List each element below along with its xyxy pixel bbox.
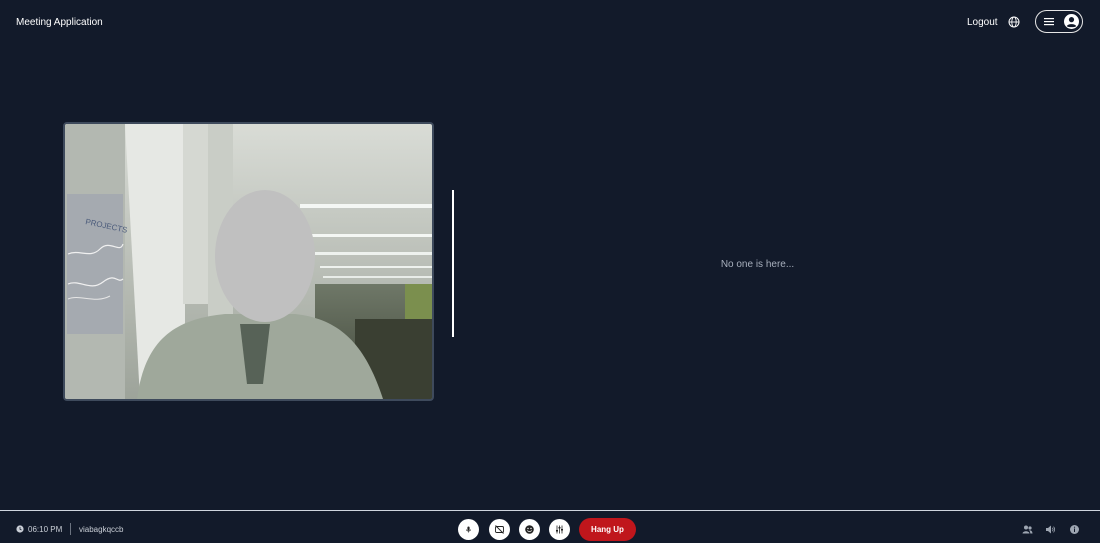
sliders-icon — [556, 525, 563, 534]
hamburger-icon — [1044, 18, 1054, 26]
top-bar: Meeting Application Logout — [0, 0, 1100, 46]
meeting-app: Meeting Application Logout PROJECTS No o… — [0, 0, 1100, 543]
participants-icon[interactable] — [1022, 524, 1033, 535]
microphone-button[interactable] — [458, 519, 479, 540]
clock-icon — [16, 525, 24, 533]
camera-off-icon — [495, 525, 504, 534]
tile-divider — [452, 190, 454, 337]
speaker-icon[interactable] — [1045, 524, 1056, 535]
meeting-time: 06:10 PM — [28, 525, 63, 534]
video-feed: PROJECTS — [65, 124, 432, 399]
footer-separator — [70, 523, 71, 535]
globe-icon[interactable] — [1008, 16, 1020, 28]
user-avatar-icon — [1064, 14, 1079, 29]
local-video-tile: PROJECTS — [63, 122, 434, 401]
smile-icon — [525, 525, 534, 534]
hang-up-button[interactable]: Hang Up — [579, 518, 636, 541]
bottom-bar: 06:10 PM viabagkqccb Hang Up — [0, 510, 1100, 543]
settings-button[interactable] — [549, 519, 570, 540]
menu-button[interactable] — [1035, 10, 1083, 33]
meeting-id: viabagkqccb — [79, 525, 124, 534]
logout-link[interactable]: Logout — [967, 17, 998, 28]
camera-off-button[interactable] — [489, 519, 510, 540]
microphone-icon — [466, 526, 471, 533]
empty-participants-message: No one is here... — [720, 259, 795, 270]
info-icon[interactable] — [1069, 524, 1080, 535]
app-title: Meeting Application — [16, 17, 103, 28]
emoji-button[interactable] — [519, 519, 540, 540]
